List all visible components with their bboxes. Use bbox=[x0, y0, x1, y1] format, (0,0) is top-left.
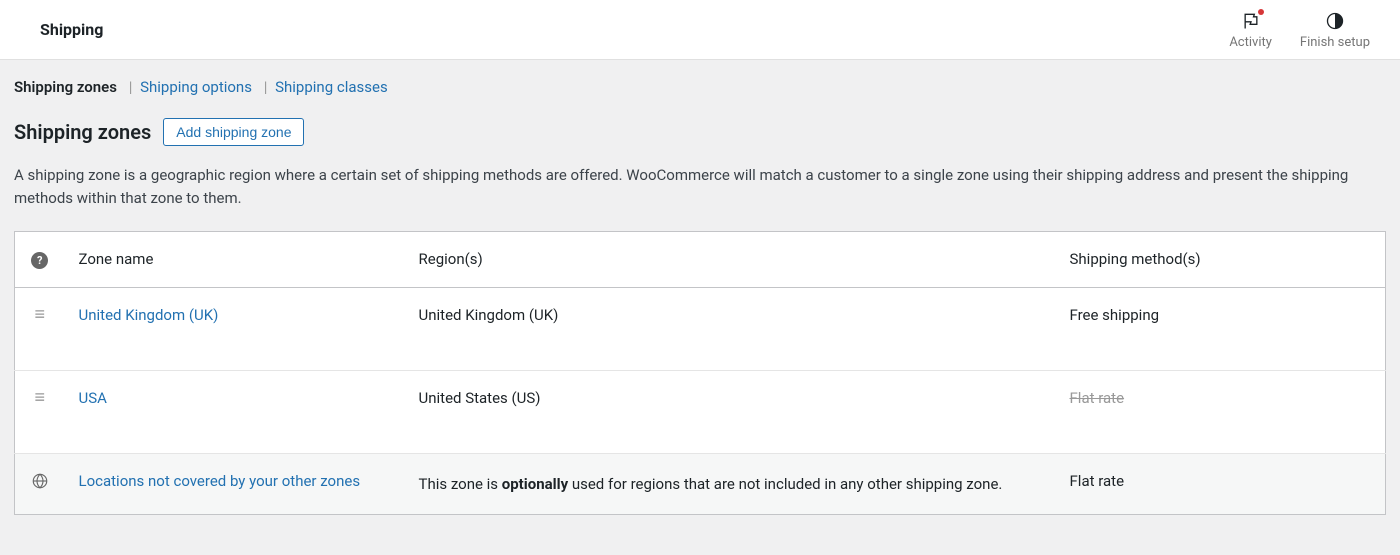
zone-method: Flat rate bbox=[1070, 389, 1125, 407]
shipping-zones-table: ? Zone name Region(s) Shipping method(s)… bbox=[14, 231, 1386, 515]
tab-shipping-zones[interactable]: Shipping zones bbox=[14, 78, 117, 96]
finish-setup-action[interactable]: Finish setup bbox=[1300, 10, 1370, 50]
zone-region: United States (US) bbox=[405, 371, 1056, 454]
method-header: Shipping method(s) bbox=[1056, 232, 1386, 288]
zone-region: United Kingdom (UK) bbox=[405, 288, 1056, 371]
globe-icon bbox=[31, 476, 49, 494]
help-header: ? bbox=[15, 232, 65, 288]
help-icon[interactable]: ? bbox=[31, 252, 48, 269]
add-shipping-zone-button[interactable]: Add shipping zone bbox=[163, 118, 304, 146]
page-title: Shipping bbox=[20, 20, 103, 39]
top-bar: Shipping Activity Finish setup bbox=[0, 0, 1400, 60]
notification-dot-icon bbox=[1258, 9, 1264, 15]
table-row-default: Locations not covered by your other zone… bbox=[15, 454, 1386, 515]
section-header: Shipping zones Add shipping zone bbox=[14, 118, 1386, 146]
zone-name-link[interactable]: Locations not covered by your other zone… bbox=[79, 472, 361, 490]
section-description: A shipping zone is a geographic region w… bbox=[14, 164, 1386, 209]
zone-region-description: This zone is optionally used for regions… bbox=[405, 454, 1056, 515]
content-area: Shipping zones | Shipping options | Ship… bbox=[0, 60, 1400, 533]
table-row: ≡ USA United States (US) Flat rate bbox=[15, 371, 1386, 454]
table-row: ≡ United Kingdom (UK) United Kingdom (UK… bbox=[15, 288, 1386, 371]
drag-handle-icon[interactable]: ≡ bbox=[34, 389, 45, 407]
region-header: Region(s) bbox=[405, 232, 1056, 288]
activity-action[interactable]: Activity bbox=[1229, 10, 1272, 50]
activity-label: Activity bbox=[1229, 35, 1272, 50]
drag-handle-icon[interactable]: ≡ bbox=[34, 306, 45, 324]
half-circle-icon bbox=[1325, 11, 1345, 31]
table-header-row: ? Zone name Region(s) Shipping method(s) bbox=[15, 232, 1386, 288]
zone-name-link[interactable]: United Kingdom (UK) bbox=[79, 306, 219, 324]
section-title: Shipping zones bbox=[14, 120, 151, 144]
zone-name-link[interactable]: USA bbox=[79, 389, 107, 407]
zone-name-header: Zone name bbox=[65, 232, 405, 288]
zone-method: Free shipping bbox=[1056, 288, 1386, 371]
tab-shipping-classes[interactable]: Shipping classes bbox=[275, 78, 388, 96]
tab-shipping-options[interactable]: Shipping options bbox=[140, 78, 252, 96]
sub-tabs: Shipping zones | Shipping options | Ship… bbox=[14, 78, 1386, 96]
finish-setup-label: Finish setup bbox=[1300, 35, 1370, 50]
top-actions: Activity Finish setup bbox=[1229, 10, 1380, 50]
zone-method: Flat rate bbox=[1056, 454, 1386, 515]
